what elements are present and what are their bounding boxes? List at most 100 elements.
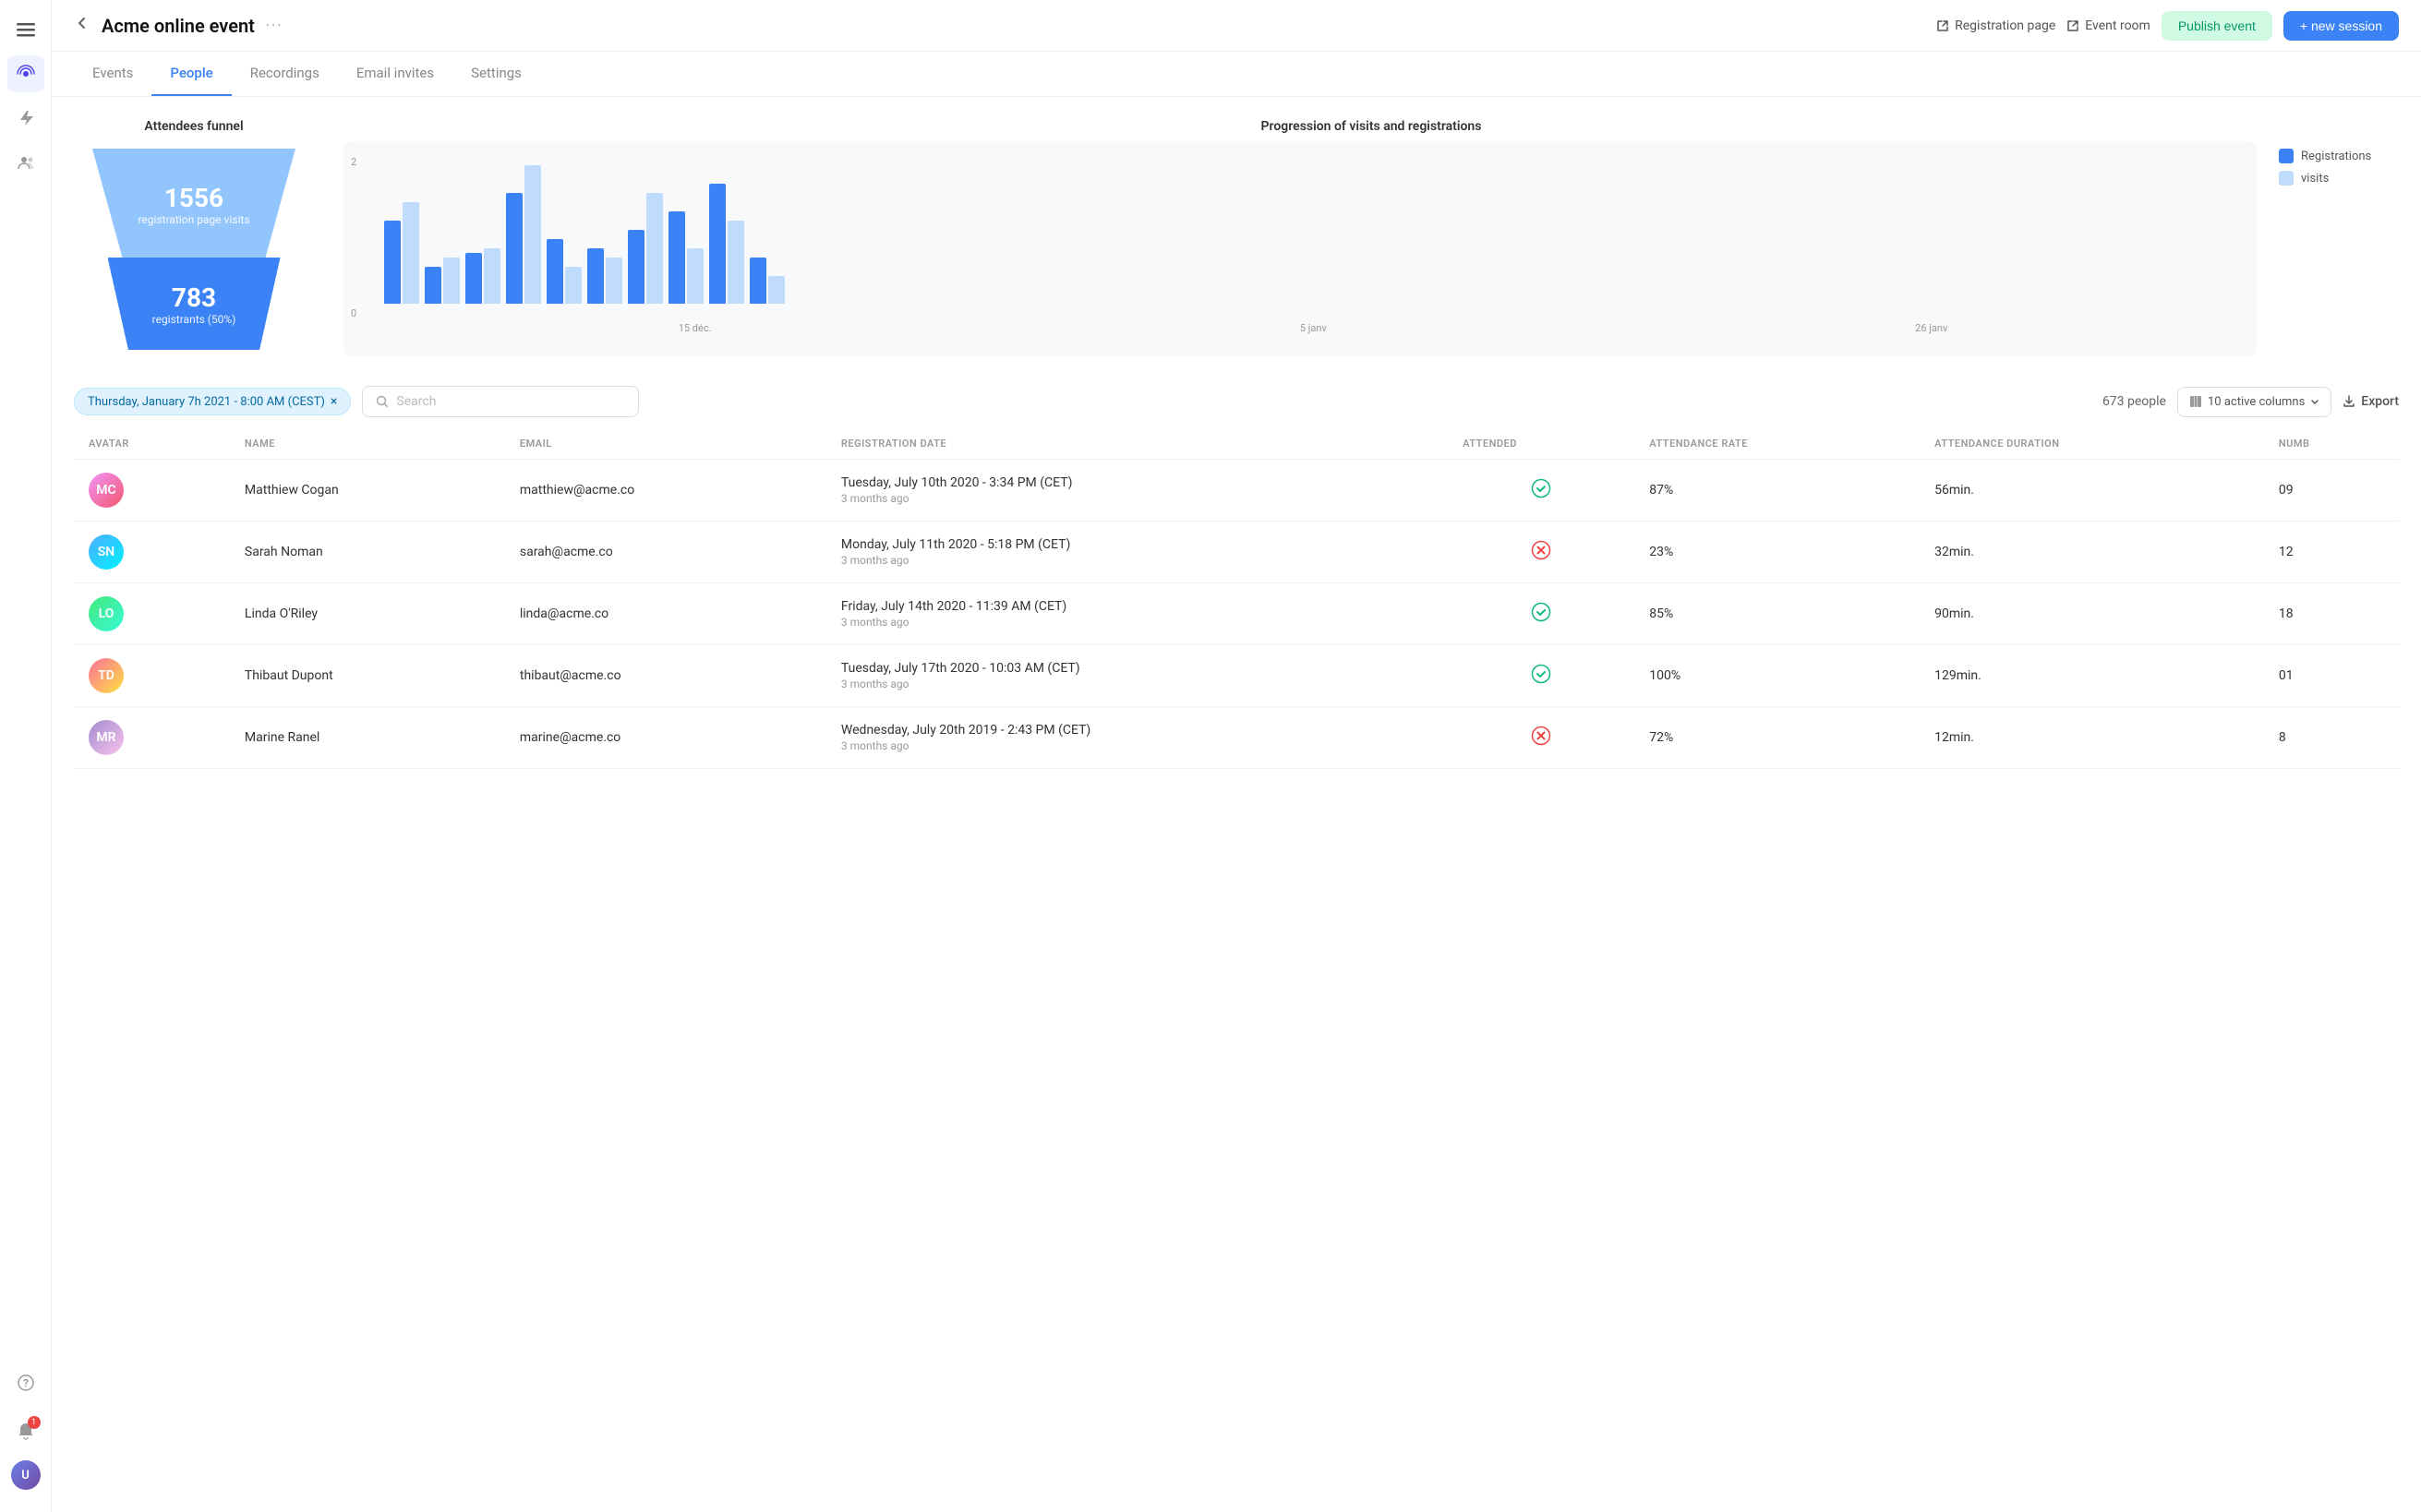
tab-recordings[interactable]: Recordings	[232, 52, 338, 96]
legend-registrations: Registrations	[2279, 149, 2399, 163]
cell-num: 12	[2264, 522, 2399, 583]
cell-name: Linda O'Riley	[230, 583, 505, 645]
cell-reg-date: Tuesday, July 10th 2020 - 3:34 PM (CET)3…	[826, 460, 1448, 522]
col-reg-date[interactable]: REGISTRATION DATE	[826, 428, 1448, 460]
col-name[interactable]: NAME	[230, 428, 505, 460]
col-attendance-rate[interactable]: ATTENDANCE RATE	[1634, 428, 1920, 460]
people-count: 673 people	[2102, 394, 2166, 409]
cell-rate: 87%	[1634, 460, 1920, 522]
col-attendance-duration[interactable]: ATTENDANCE DURATION	[1920, 428, 2264, 460]
person-avatar: MR	[89, 720, 124, 755]
cell-reg-date: Wednesday, July 20th 2019 - 2:43 PM (CET…	[826, 707, 1448, 769]
person-avatar: MC	[89, 473, 124, 508]
bar-registrations	[506, 193, 523, 304]
col-num[interactable]: NUMB	[2264, 428, 2399, 460]
bar-visits	[687, 248, 704, 304]
publish-event-button[interactable]: Publish event	[2162, 11, 2272, 41]
back-button[interactable]	[74, 15, 90, 36]
tab-people[interactable]: People	[151, 52, 231, 96]
cell-duration: 90min.	[1920, 583, 2264, 645]
export-button[interactable]: Export	[2343, 394, 2399, 409]
bar-group	[668, 211, 704, 304]
cell-email: sarah@acme.co	[505, 522, 826, 583]
bar-registrations	[709, 184, 726, 304]
columns-icon	[2189, 395, 2202, 408]
bar-chart-area: 2 0 15 déc. 5 janv 26 janv	[343, 141, 2399, 356]
cell-avatar: SN	[74, 522, 230, 583]
svg-text:?: ?	[23, 1377, 29, 1390]
bar-group	[547, 239, 582, 304]
table-row[interactable]: TDThibaut Dupontthibaut@acme.coTuesday, …	[74, 645, 2399, 707]
cell-reg-date: Friday, July 14th 2020 - 11:39 AM (CET)3…	[826, 583, 1448, 645]
tab-settings[interactable]: Settings	[452, 52, 540, 96]
table-section: Thursday, January 7h 2021 - 8:00 AM (CES…	[74, 386, 2399, 769]
header-actions: Registration page Event room Publish eve…	[1936, 11, 2399, 41]
bar-group	[465, 248, 500, 304]
chart-title: Progression of visits and registrations	[343, 119, 2399, 134]
search-box[interactable]: Search	[362, 386, 639, 417]
user-avatar[interactable]: U	[11, 1460, 41, 1490]
broadcast-icon[interactable]	[7, 55, 44, 92]
col-attended[interactable]: ATTENDED	[1448, 428, 1634, 460]
filter-chip-close[interactable]: ×	[331, 394, 337, 409]
cell-attended	[1448, 583, 1634, 645]
cell-name: Thibaut Dupont	[230, 645, 505, 707]
bar-registrations	[547, 239, 563, 304]
attended-no-icon	[1531, 735, 1551, 750]
event-room-link[interactable]: Event room	[2066, 18, 2150, 33]
bar-visits	[646, 193, 663, 304]
filter-chip[interactable]: Thursday, January 7h 2021 - 8:00 AM (CES…	[74, 388, 351, 415]
cell-reg-date: Monday, July 11th 2020 - 5:18 PM (CET)3 …	[826, 522, 1448, 583]
main-content: Acme online event ··· Registration page …	[52, 0, 2421, 1512]
table-body: MCMatthiew Coganmatthiew@acme.coTuesday,…	[74, 460, 2399, 769]
table-row[interactable]: SN Sarah Nomansarah@acme.coMonday, July 1…	[74, 522, 2399, 583]
registration-page-link[interactable]: Registration page	[1936, 18, 2055, 33]
table-row[interactable]: LOLinda O'Rileylinda@acme.coFriday, July…	[74, 583, 2399, 645]
cell-attended	[1448, 707, 1634, 769]
menu-icon[interactable]	[7, 11, 44, 48]
cell-duration: 129min.	[1920, 645, 2264, 707]
bar-visits	[484, 248, 500, 304]
cell-num: 18	[2264, 583, 2399, 645]
table-toolbar: Thursday, January 7h 2021 - 8:00 AM (CES…	[74, 386, 2399, 417]
export-label: Export	[2361, 394, 2399, 409]
cell-duration: 32min.	[1920, 522, 2264, 583]
lightning-icon[interactable]	[7, 100, 44, 137]
bar-visits	[606, 258, 622, 304]
people-icon[interactable]	[7, 144, 44, 181]
table-row[interactable]: MCMatthiew Coganmatthiew@acme.coTuesday,…	[74, 460, 2399, 522]
funnel-visits-number: 1556	[164, 183, 223, 213]
more-options-button[interactable]: ···	[266, 17, 283, 34]
tab-email-invites[interactable]: Email invites	[338, 52, 452, 96]
bars-container	[384, 156, 2242, 304]
legend-dot-visits	[2279, 171, 2294, 186]
tab-events[interactable]: Events	[74, 52, 151, 96]
bar-registrations	[384, 221, 401, 304]
person-avatar: SN	[89, 534, 124, 570]
help-icon[interactable]: ?	[7, 1364, 44, 1401]
cell-attended	[1448, 522, 1634, 583]
cell-rate: 72%	[1634, 707, 1920, 769]
search-placeholder: Search	[396, 394, 436, 409]
cell-email: linda@acme.co	[505, 583, 826, 645]
notification-icon[interactable]: 1	[7, 1412, 44, 1449]
table-row[interactable]: MRMarine Ranelmarine@acme.coWednesday, J…	[74, 707, 2399, 769]
people-table: AVATAR NAME EMAIL REGISTRATION DATE ATTE…	[74, 428, 2399, 769]
bar-registrations	[465, 253, 482, 304]
cell-rate: 100%	[1634, 645, 1920, 707]
funnel-top: 1556 registration page visits	[92, 149, 295, 259]
funnel-visits-label: registration page visits	[138, 213, 249, 226]
bar-group	[709, 184, 744, 304]
columns-button[interactable]: 10 active columns	[2177, 387, 2331, 417]
tabs-nav: Events People Recordings Email invites S…	[52, 52, 2421, 97]
cell-name: Sarah Noman	[230, 522, 505, 583]
new-session-button[interactable]: + new session	[2283, 11, 2399, 41]
notification-badge: 1	[28, 1416, 41, 1429]
cell-email: marine@acme.co	[505, 707, 826, 769]
sidebar-bottom: ? 1 U	[7, 1364, 44, 1501]
export-icon	[2343, 395, 2355, 408]
col-email[interactable]: EMAIL	[505, 428, 826, 460]
cell-email: thibaut@acme.co	[505, 645, 826, 707]
cell-avatar: LO	[74, 583, 230, 645]
legend-visits: visits	[2279, 171, 2399, 186]
